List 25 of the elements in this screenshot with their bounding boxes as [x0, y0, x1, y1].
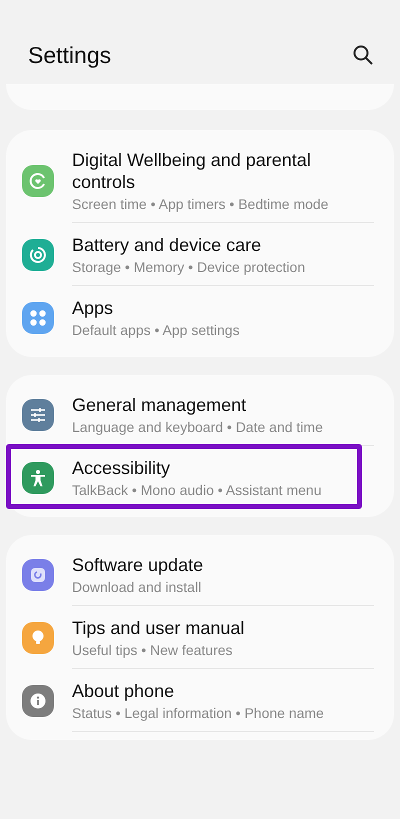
settings-item[interactable]: General management Language and keyboard • Date and time — [6, 383, 394, 446]
item-subtitle: TalkBack • Mono audio • Assistant menu — [72, 482, 322, 498]
settings-item[interactable]: Software update Download and install — [6, 543, 394, 606]
item-subtitle: Default apps • App settings — [72, 322, 240, 338]
item-subtitle: Screen time • App timers • Bedtime mode — [72, 196, 330, 212]
settings-item[interactable]: Tips and user manual Useful tips • New features — [6, 606, 394, 669]
page-title: Settings — [28, 42, 112, 68]
item-title: General management — [72, 394, 248, 416]
settings-item[interactable]: About phone Status • Legal information • Phone name — [6, 669, 394, 732]
item-title: Tips and user manual — [72, 617, 244, 639]
item-title: About phone — [72, 680, 176, 702]
item-title: Software update — [72, 554, 204, 576]
item-subtitle: Storage • Memory • Device protection — [72, 259, 306, 275]
item-subtitle: Language and keyboard • Date and time — [72, 419, 323, 435]
item-subtitle: Download and install — [72, 579, 202, 595]
settings-item[interactable]: Accessibility TalkBack • Mono audio • Assistant menu — [6, 446, 394, 509]
settings-item[interactable]: Battery and device care Storage • Memory • Device protection — [6, 223, 394, 286]
settings-item[interactable]: Apps Default apps • App settings — [6, 286, 394, 349]
item-title: Apps — [72, 297, 114, 319]
item-title: Accessibility — [72, 457, 172, 479]
item-title: Digital Wellbeing and parental controls — [72, 149, 312, 193]
item-subtitle: Useful tips • New features — [72, 642, 234, 658]
settings-item[interactable]: Digital Wellbeing and parental controls Screen time • App timers • Bedtime mode — [6, 138, 394, 223]
item-subtitle: Status • Legal information • Phone name — [72, 705, 324, 721]
item-title: Battery and device care — [72, 234, 262, 256]
